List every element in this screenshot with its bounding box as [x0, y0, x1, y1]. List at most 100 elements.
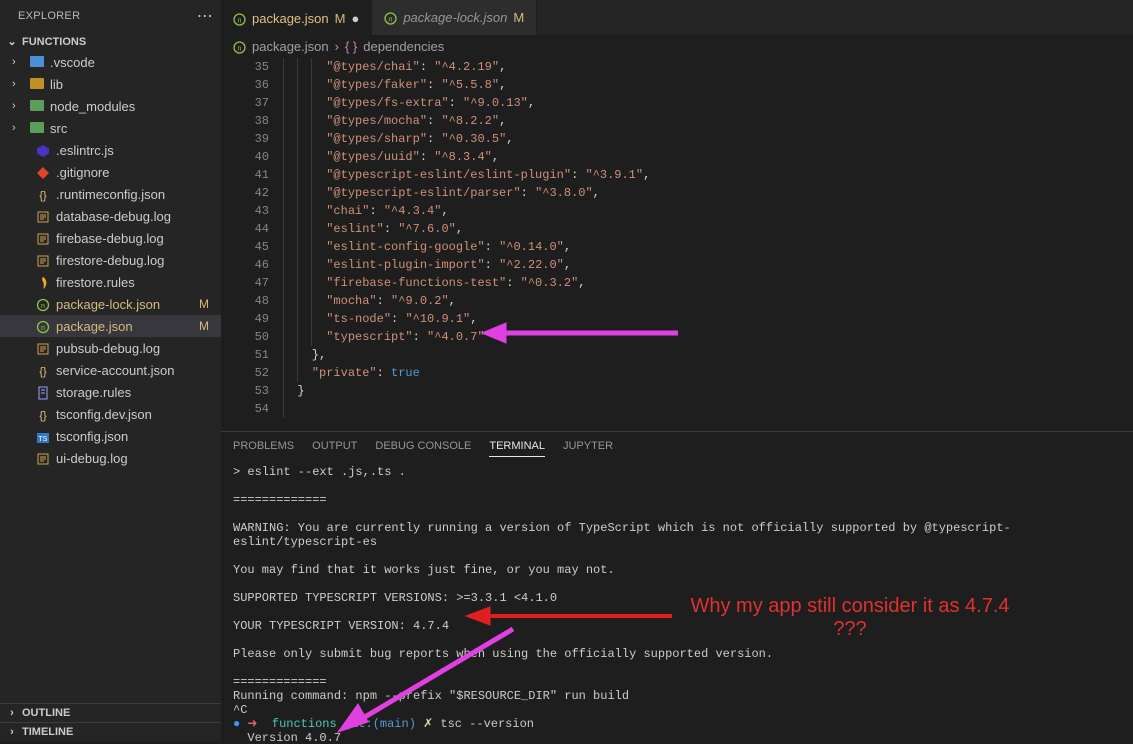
outline-section[interactable]: › OUTLINE [0, 703, 221, 722]
tree-file[interactable]: n package-lock.json M [0, 293, 221, 315]
svg-text:n: n [41, 303, 45, 310]
code-line[interactable]: "eslint-plugin-import": "^2.22.0", [283, 256, 1133, 274]
project-name: FUNCTIONS [22, 36, 86, 48]
breadcrumb-file: package.json [252, 39, 329, 54]
npm-icon: n [34, 296, 52, 312]
panel-tab-problems[interactable]: PROBLEMS [233, 440, 294, 457]
tab-package-lock-json[interactable]: n package-lock.json M [372, 0, 537, 35]
timeline-section[interactable]: › TIMELINE [0, 722, 221, 741]
explorer-more-icon[interactable]: ⋯ [197, 6, 213, 26]
tree-item-label: storage.rules [56, 385, 131, 400]
tree-file[interactable]: pubsub-debug.log [0, 337, 221, 359]
gutter: 3536373839404142434445464748495051525354 [221, 58, 283, 431]
tree-item-label: firestore-debug.log [56, 253, 164, 268]
log-icon [34, 450, 52, 466]
log-icon [34, 230, 52, 246]
code-line[interactable]: "@typescript-eslint/parser": "^3.8.0", [283, 184, 1133, 202]
svg-text:{}: {} [39, 190, 47, 202]
json-icon: {} [34, 362, 52, 378]
tree-file[interactable]: .gitignore [0, 161, 221, 183]
tree-item-label: .vscode [50, 55, 95, 70]
project-section-header[interactable]: ⌄ FUNCTIONS [0, 32, 221, 51]
tree-item-label: service-account.json [56, 363, 175, 378]
tabbar: n package.json M●n package-lock.json M [221, 0, 1133, 35]
tree-folder[interactable]: ›src [0, 117, 221, 139]
folder-icon [28, 99, 46, 114]
bottom-panel: PROBLEMS OUTPUT DEBUG CONSOLE TERMINAL JUPYT… [221, 431, 1133, 741]
tree-item-label: lib [50, 77, 63, 92]
explorer-title: EXPLORER [18, 10, 80, 22]
code-line[interactable]: "@typescript-eslint/eslint-plugin": "^3.… [283, 166, 1133, 184]
code-line[interactable]: "eslint-config-google": "^0.14.0", [283, 238, 1133, 256]
git-status-badge: M [199, 319, 213, 333]
folder-icon [28, 55, 46, 70]
svg-text:{}: {} [39, 366, 47, 378]
code-line[interactable]: "eslint": "^7.6.0", [283, 220, 1133, 238]
chevron-down-icon: ⌄ [6, 35, 18, 48]
tree-file[interactable]: storage.rules [0, 381, 221, 403]
tree-folder[interactable]: ›.vscode [0, 51, 221, 73]
tree-file[interactable]: firebase-debug.log [0, 227, 221, 249]
svg-text:n: n [238, 46, 242, 53]
breadcrumb-path: dependencies [363, 39, 444, 54]
tree-item-label: .runtimeconfig.json [56, 187, 165, 202]
tree-folder[interactable]: ›lib [0, 73, 221, 95]
git-status-badge: M [513, 10, 524, 25]
tree-item-label: .gitignore [56, 165, 109, 180]
tree-file[interactable]: {} service-account.json [0, 359, 221, 381]
tsconfig-icon: TS [34, 428, 52, 444]
code-line[interactable]: "mocha": "^9.0.2", [283, 292, 1133, 310]
breadcrumb[interactable]: n package.json › { } dependencies [221, 35, 1133, 58]
code-line[interactable]: "@types/uuid": "^8.3.4", [283, 148, 1133, 166]
tree-file[interactable]: .eslintrc.js [0, 139, 221, 161]
json-icon: {} [34, 186, 52, 202]
annotation-text: Why my app still consider it as 4.7.4 ??… [680, 595, 1020, 641]
code-line[interactable]: "firebase-functions-test": "^0.3.2", [283, 274, 1133, 292]
npm-icon: n [384, 10, 397, 25]
code-line[interactable]: "chai": "^4.3.4", [283, 202, 1133, 220]
code-line[interactable]: }, [283, 346, 1133, 364]
code-line[interactable]: "@types/sharp": "^0.30.5", [283, 130, 1133, 148]
panel-tab-debug-console[interactable]: DEBUG CONSOLE [375, 440, 471, 457]
log-icon [34, 208, 52, 224]
tree-item-label: pubsub-debug.log [56, 341, 160, 356]
log-icon [34, 252, 52, 268]
file-tree: ›.vscode›lib›node_modules›src.eslintrc.j… [0, 51, 221, 703]
git-status-badge: M [199, 297, 213, 311]
tree-item-label: src [50, 121, 67, 136]
code-area[interactable]: "@types/chai": "^4.2.19", "@types/faker"… [283, 58, 1133, 431]
chevron-right-icon: › [12, 100, 24, 112]
tree-file[interactable]: database-debug.log [0, 205, 221, 227]
npm-icon: n [233, 10, 246, 25]
code-line[interactable]: "typescript": "^4.0.7" [283, 328, 1133, 346]
tree-file[interactable]: {} .runtimeconfig.json [0, 183, 221, 205]
code-line[interactable]: } [283, 382, 1133, 400]
tree-file[interactable]: firestore-debug.log [0, 249, 221, 271]
code-line[interactable]: "ts-node": "^10.9.1", [283, 310, 1133, 328]
panel-tab-terminal[interactable]: TERMINAL [489, 440, 545, 457]
chevron-right-icon: › [6, 707, 18, 719]
tab-package-json[interactable]: n package.json M● [221, 0, 372, 35]
tree-file[interactable]: firestore.rules [0, 271, 221, 293]
tree-folder[interactable]: ›node_modules [0, 95, 221, 117]
tree-item-label: package-lock.json [56, 297, 160, 312]
git-icon [34, 164, 52, 180]
eslint-icon [34, 142, 52, 158]
code-line[interactable]: "@types/faker": "^5.5.8", [283, 76, 1133, 94]
code-line[interactable] [283, 400, 1133, 418]
tree-file[interactable]: npackage.jsonM [0, 315, 221, 337]
panel-tab-output[interactable]: OUTPUT [312, 440, 357, 457]
editor[interactable]: 3536373839404142434445464748495051525354… [221, 58, 1133, 431]
panel-tab-jupyter[interactable]: JUPYTER [563, 440, 613, 457]
folder-icon [28, 77, 46, 92]
tree-file[interactable]: TStsconfig.json [0, 425, 221, 447]
svg-text:n: n [41, 325, 45, 332]
tree-file[interactable]: {}tsconfig.dev.json [0, 403, 221, 425]
dirty-indicator-icon: ● [351, 11, 359, 26]
code-line[interactable]: "@types/chai": "^4.2.19", [283, 58, 1133, 76]
code-line[interactable]: "private": true [283, 364, 1133, 382]
code-line[interactable]: "@types/fs-extra": "^9.0.13", [283, 94, 1133, 112]
code-line[interactable]: "@types/mocha": "^8.2.2", [283, 112, 1133, 130]
svg-text:n: n [389, 17, 393, 24]
tree-file[interactable]: ui-debug.log [0, 447, 221, 469]
